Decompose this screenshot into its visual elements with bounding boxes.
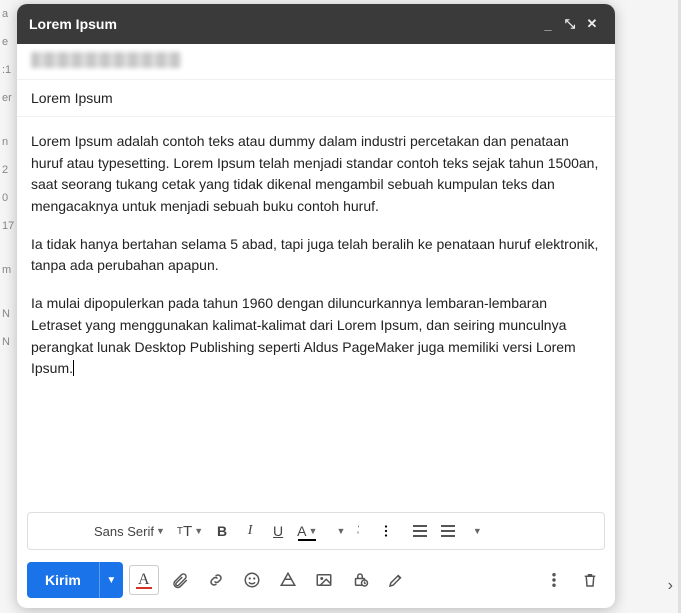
font-family-select[interactable]: Sans Serif▼ <box>88 516 171 546</box>
indent-decrease-button[interactable] <box>407 516 433 546</box>
chevron-down-icon: ▼ <box>473 526 482 536</box>
attach-file-button[interactable] <box>165 565 195 595</box>
body-paragraph: Ia tidak hanya bertahan selama 5 abad, t… <box>31 234 601 277</box>
more-options-button[interactable] <box>539 565 569 595</box>
text-color-button[interactable]: A▼ <box>293 516 321 546</box>
insert-photo-button[interactable] <box>309 565 339 595</box>
chevron-down-icon: ▼ <box>156 526 165 536</box>
insert-emoji-button[interactable] <box>237 565 267 595</box>
text-cursor <box>73 360 74 376</box>
chevron-down-icon: ▼ <box>308 526 317 536</box>
confidential-mode-button[interactable] <box>345 565 375 595</box>
insert-link-button[interactable] <box>201 565 231 595</box>
redo-button[interactable] <box>60 516 86 546</box>
body-paragraph: Lorem Ipsum adalah contoh teks atau dumm… <box>31 131 601 218</box>
insert-drive-button[interactable] <box>273 565 303 595</box>
numbered-list-button[interactable] <box>351 516 377 546</box>
underline-button[interactable]: U <box>265 516 291 546</box>
compose-window: Lorem Ipsum _ ⤡ ✕ Lorem Ipsum Lorem Ipsu… <box>17 4 615 608</box>
window-titlebar: Lorem Ipsum _ ⤡ ✕ <box>17 4 615 44</box>
discard-draft-button[interactable] <box>575 565 605 595</box>
font-size-select[interactable]: TT▼ <box>173 516 207 546</box>
recipients-field[interactable] <box>17 44 615 80</box>
more-formatting-button[interactable]: ▼ <box>463 516 489 546</box>
bulleted-list-button[interactable] <box>379 516 405 546</box>
compose-action-bar: Kirim ▼ A <box>17 556 615 608</box>
window-title: Lorem Ipsum <box>29 16 537 32</box>
indent-increase-button[interactable] <box>435 516 461 546</box>
close-icon[interactable]: ✕ <box>581 16 603 32</box>
send-button-group: Kirim ▼ <box>27 562 123 598</box>
recipient-chip-redacted <box>31 52 181 68</box>
send-button[interactable]: Kirim <box>27 562 99 598</box>
chevron-down-icon: ▼ <box>336 526 345 536</box>
fullscreen-icon[interactable]: ⤡ <box>559 16 581 32</box>
toggle-formatting-button[interactable]: A <box>129 565 159 595</box>
body-paragraph: Ia mulai dipopulerkan pada tahun 1960 de… <box>31 293 601 380</box>
undo-button[interactable] <box>32 516 58 546</box>
chevron-down-icon: ▼ <box>194 526 203 536</box>
italic-button[interactable]: I <box>237 516 263 546</box>
formatting-toolbar: Sans Serif▼ TT▼ B I U A▼ ▼ ▼ <box>27 512 605 550</box>
insert-signature-button[interactable] <box>381 565 411 595</box>
message-body[interactable]: Lorem Ipsum adalah contoh teks atau dumm… <box>17 117 615 512</box>
side-panel-toggle[interactable]: › <box>668 577 673 595</box>
align-button[interactable]: ▼ <box>323 516 349 546</box>
minimize-icon[interactable]: _ <box>537 17 559 32</box>
subject-field[interactable]: Lorem Ipsum <box>17 80 615 117</box>
send-options-button[interactable]: ▼ <box>99 562 123 598</box>
bold-button[interactable]: B <box>209 516 235 546</box>
